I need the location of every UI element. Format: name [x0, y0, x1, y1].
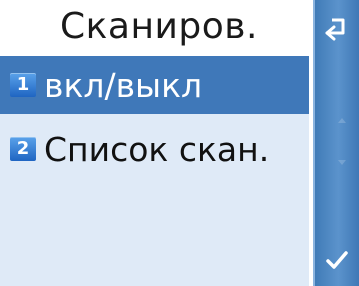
- scroll-up-icon[interactable]: [338, 118, 346, 123]
- menu-item-label: вкл/выкл: [44, 65, 203, 105]
- scroll-down-icon[interactable]: [338, 160, 346, 165]
- menu-item-number-badge: 2: [10, 137, 36, 161]
- menu-item-scan-list[interactable]: 2 Список скан.: [0, 120, 309, 178]
- phone-screen: Сканиров. 1 вкл/выкл 2 Список скан.: [0, 0, 359, 286]
- softkey-bar-edge: [313, 0, 315, 286]
- checkmark-icon: [326, 251, 348, 269]
- menu-item-on-off[interactable]: 1 вкл/выкл: [0, 56, 309, 114]
- menu-item-number-badge: 1: [10, 73, 36, 97]
- menu-list: 1 вкл/выкл 2 Список скан.: [0, 56, 309, 286]
- back-button[interactable]: [322, 14, 350, 48]
- ok-button[interactable]: [323, 246, 351, 274]
- softkey-bar: [313, 0, 359, 286]
- page-title: Сканиров.: [60, 6, 258, 47]
- menu-item-label: Список скан.: [44, 129, 270, 169]
- back-return-icon: [325, 18, 345, 41]
